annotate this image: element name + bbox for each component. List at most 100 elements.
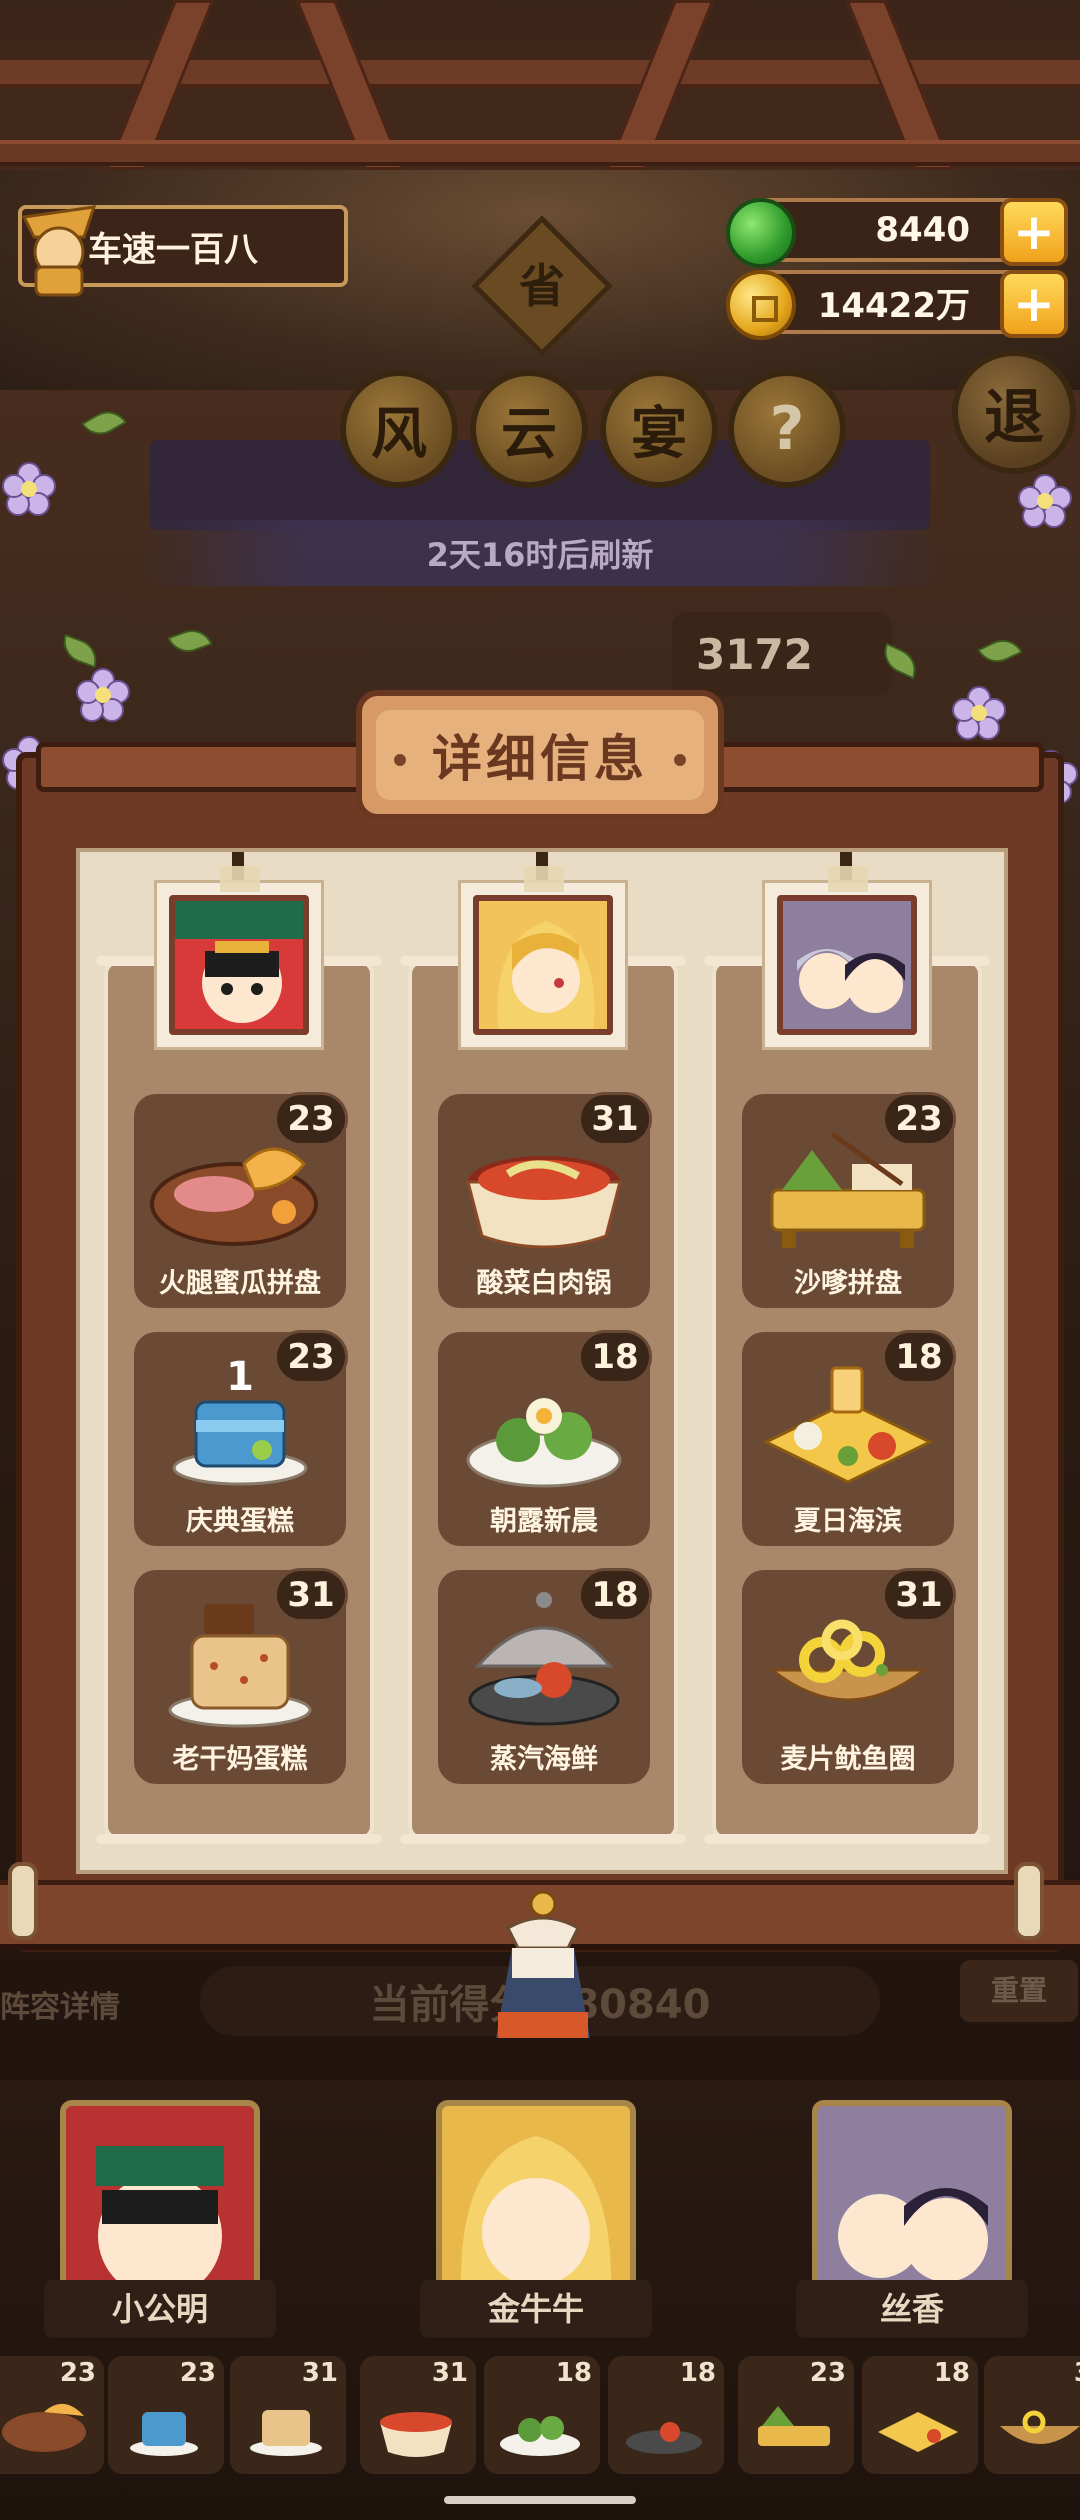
player-name-tag[interactable]: 车速一百八 [18,205,348,297]
dish-card[interactable]: 18 蒸汽海鲜 [438,1568,652,1784]
steamed-seafood-icon [626,2422,702,2454]
dish-card[interactable]: 1 23 庆典蛋糕 [134,1330,348,1546]
dish-thumbnail[interactable]: 31 [360,2356,476,2474]
coin-amount: 14422万 [817,285,970,326]
gem-counter: 8440 + [726,198,1068,268]
dish-name: 酸菜白肉锅 [476,1268,612,1299]
dish-count-badge: 18 [882,1330,956,1384]
dish-thumbnail[interactable]: 23 [108,2356,224,2474]
laoganma-cake-icon [250,2410,322,2456]
satay-platter-icon [758,2406,830,2446]
player-avatar-icon [21,205,97,297]
dish-thumbnail[interactable]: 3 [984,2356,1080,2474]
dish-card[interactable]: 31 麦片鱿鱼圈 [742,1568,956,1784]
hero-portrait-frame [777,895,917,1035]
add-gems-button[interactable]: + [1000,198,1068,266]
flower-decoration [1018,474,1072,528]
dish-thumbnail[interactable]: 18 [862,2356,978,2474]
tape-decoration [220,866,260,892]
event-title-char-2: 云 [470,370,588,488]
add-coins-button[interactable]: + [1000,270,1068,338]
dish-name: 夏日海滨 [794,1506,902,1537]
hero-portrait-1 [154,880,324,1050]
dish-count-badge: 23 [274,1330,348,1384]
dish-count-badge: 23 [274,1092,348,1146]
duo-hero-avatar-icon [783,901,911,1029]
dish-count-badge: 18 [578,1330,652,1384]
hero-portrait-frame [169,895,309,1035]
coin-counter: 14422万 + [726,270,1068,340]
dish-count-badge: 23 [882,1092,956,1146]
gem-amount: 8440 [875,210,970,250]
dish-thumbnail[interactable]: 18 [608,2356,724,2474]
home-indicator[interactable] [444,2496,636,2504]
dish-thumbnail-row: 23 23 31 31 18 18 23 18 3 [0,2356,1080,2478]
hero-portrait-frame [473,895,613,1035]
event-title-char-1: 风 [340,370,458,488]
modal-title-plate-inner: 详细信息 [376,710,704,800]
dish-thumbnail[interactable]: 31 [230,2356,346,2474]
flower-decoration [2,462,56,516]
tape-decoration [524,866,564,892]
modal-title-plate: 详细信息 [356,690,724,820]
flower-decoration [76,668,130,722]
ham-melon-platter-icon [2,2403,86,2452]
hero-name-3: 丝香 [796,2280,1028,2338]
jade-gem-icon [726,198,796,268]
dish-name: 沙嗲拼盘 [794,1268,902,1299]
dish-name: 庆典蛋糕 [186,1506,294,1537]
dish-thumbnail[interactable]: 18 [484,2356,600,2474]
roof-beam [0,140,1080,166]
hero-portrait-2 [458,880,628,1050]
scroll-end-right [1014,1862,1044,1940]
sauerkraut-pork-pot-icon [380,2412,452,2457]
blonde-hero-avatar-icon [479,901,607,1029]
tape-decoration [828,866,868,892]
summer-seaside-platter-icon [878,2412,958,2452]
oat-squid-rings-icon [1000,2410,1080,2444]
dish-card[interactable]: 23 沙嗲拼盘 [742,1092,956,1308]
event-title-char-3: 宴 [600,370,718,488]
dish-name: 老干妈蛋糕 [172,1744,308,1775]
svg-text:1: 1 [226,1354,254,1400]
partial-score: 3172 [696,629,813,679]
hero-portrait-3 [762,880,932,1050]
dish-thumbnail[interactable]: 23 [0,2356,104,2474]
morning-dew-salad-icon [500,2416,580,2456]
celebration-cake-icon [130,2412,198,2456]
tassel-charm-icon[interactable] [478,1888,608,2048]
dish-thumbnail[interactable]: 23 [738,2356,854,2474]
modal-title: 详细信息 [432,730,648,788]
dish-count-badge: 18 [578,1568,652,1622]
column-rod [400,1834,686,1844]
province-badge: 省 [519,259,565,313]
dish-card[interactable]: 31 酸菜白肉锅 [438,1092,652,1308]
dish-name: 朝露新晨 [490,1506,598,1537]
exit-button[interactable]: 退 [952,350,1076,474]
reset-button[interactable]: 重置 [960,1960,1078,2022]
dish-name: 麦片鱿鱼圈 [780,1744,916,1775]
dish-count-badge: 31 [882,1568,956,1622]
dish-card[interactable]: 18 朝露新晨 [438,1330,652,1546]
hero-name-2: 金牛牛 [420,2280,652,2338]
hero-name-1: 小公明 [44,2280,276,2338]
help-button[interactable]: ? [728,370,846,488]
player-name: 车速一百八 [88,229,258,270]
partial-score-chip: 3172 [672,612,892,696]
dish-name: 蒸汽海鲜 [490,1744,598,1775]
column-rod [96,1834,382,1844]
dish-count-badge: 31 [578,1092,652,1146]
dish-count-badge: 31 [274,1568,348,1622]
opera-hero-avatar-icon [175,901,303,1029]
column-rod [704,1834,990,1844]
dish-card[interactable]: 31 老干妈蛋糕 [134,1568,348,1784]
dish-name: 火腿蜜瓜拼盘 [159,1268,321,1299]
refresh-countdown: 2天16时后刷新 [426,536,654,574]
dish-card[interactable]: 18 夏日海滨 [742,1330,956,1546]
scroll-end-left [8,1862,38,1940]
flower-decoration [952,686,1006,740]
dish-card[interactable]: 23 火腿蜜瓜拼盘 [134,1092,348,1308]
lineup-details-label[interactable]: 阵容详情 [0,1982,120,2026]
refresh-banner: 2天16时后刷新 [140,520,940,586]
coin-icon [726,270,796,340]
